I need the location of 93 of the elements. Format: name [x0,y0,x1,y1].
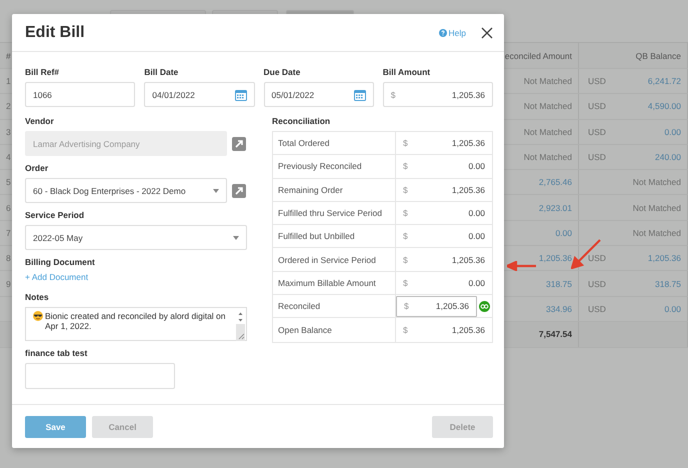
close-icon[interactable] [481,26,493,38]
row-number: 6 [6,202,11,213]
table-cell: USD [588,253,606,264]
table-cell[interactable]: 4,590.00 [648,101,681,112]
amount-cell-text: $ 1,205.36 [402,137,486,150]
field-label: Vendor [25,116,55,126]
column-header: # [5,50,12,62]
table-cell[interactable]: 0.00 [664,126,681,137]
sync-status-icon [479,300,490,312]
calendar-icon[interactable] [234,88,246,100]
notes-field[interactable]: Bionic created and reconciled by alord digital on Apr 1, 2022. [25,307,247,341]
field-label: Bill Amount [382,67,432,77]
service-period-select[interactable]: 2022-05 May [25,225,247,250]
table-cell: USD [588,126,606,137]
field-label: Bill Date [144,67,180,77]
table-cell: USD [588,304,606,314]
table-cell: Fulfilled thru Service Period [273,202,396,224]
row-number: 7 [6,228,11,238]
table-cell: Total Ordered [273,132,396,154]
amount-cell-text: $ 0.00 [402,276,486,290]
amount-cell-text: $ 1,205.36 [402,184,486,197]
input-field[interactable]: 1066 [25,82,136,107]
table-cell: Remaining Order [273,178,396,201]
input-field[interactable]: 05/01/2022 [264,82,374,107]
input-field[interactable]: 04/01/2022 [144,82,254,107]
table-cell: Previously Reconciled [273,155,396,178]
sunglasses-face-icon [33,311,43,321]
table-cell: Not Matched [632,177,681,188]
delete-button[interactable]: Delete [432,416,493,438]
table-cell[interactable]: 1,205.36 [538,253,572,264]
question-icon [438,28,447,36]
external-link-icon[interactable] [232,136,246,150]
order-select[interactable]: 60 - Black Dog Enterprises - 2022 Demo [25,178,227,203]
table-cell: Not Matched [632,228,681,238]
table-cell: Not Matched [524,152,572,162]
table-cell: Reconciled [273,295,396,318]
external-link-icon[interactable] [232,184,246,198]
table-cell[interactable]: 0.00 [664,304,681,314]
row-number: 3 [6,126,11,137]
caret-icon [233,236,239,240]
input-field[interactable]: $ 1,205.36 [382,82,493,107]
amount-cell-text: $ 1,205.36 [402,254,486,267]
table-cell[interactable]: 6,241.72 [648,76,681,86]
table-cell: Fulfilled but Unbilled [273,225,396,248]
dialog-title: Edit Bill [25,24,86,42]
table-cell[interactable]: 318.75 [546,278,572,289]
amount-cell-text: $ 0.00 [402,160,486,174]
row-number: 8 [6,253,11,264]
table-cell: Open Balance [273,318,396,342]
field-label: Service Period [25,210,86,220]
table-cell: Ordered in Service Period [273,248,396,271]
table-cell: USD [588,76,606,86]
amount-cell-text: $ 0.00 [402,207,486,220]
table-cell: Maximum Billable Amount [273,272,396,294]
table-cell: USD [588,278,606,289]
field-label: Due Date [264,67,302,77]
field-label: Billing Document [25,257,96,267]
annotation-arrow [507,261,537,271]
row-number: 9 [6,278,11,289]
table-cell: Not Matched [524,76,572,86]
table-cell[interactable]: 334.96 [546,304,572,314]
dialog-button[interactable]: Cancel [92,416,153,438]
table-cell[interactable]: 1,205.36 [648,253,681,264]
help-link[interactable]: Help [438,28,466,38]
table-cell[interactable]: 0.00 [555,228,572,238]
add-document-link[interactable]: + Add Document [25,272,247,282]
row-number: 4 [6,152,11,162]
table-cell[interactable]: 318.75 [655,278,681,289]
table-cell: Not Matched [632,202,681,213]
field-label: Order [25,163,50,173]
amount-cell-text: $ 0.00 [402,230,486,244]
table-cell: Not Matched [524,126,572,137]
field-label: Bill Ref# [25,67,60,77]
field-label: finance tab test [25,348,88,358]
dialog-button[interactable]: Save [25,416,86,438]
row-number: 1 [6,76,11,86]
field-label: Notes [25,292,50,302]
calendar-icon[interactable] [354,88,366,100]
column-header: QB Balance [579,43,688,68]
table-cell: USD [588,101,606,112]
caret-icon [213,188,219,192]
notes-text: Bionic created and reconciled by alord digital on Apr 1, 2022. [45,311,227,331]
table-cell: Not Matched [524,101,572,112]
table-cell[interactable]: 240.00 [655,152,681,162]
table-cell[interactable]: 2,923.01 [538,202,572,213]
table-cell: USD [588,152,606,162]
input-field[interactable] [25,363,175,389]
amount-field[interactable]: $ 1,205.36 [396,296,477,317]
row-number: 2 [6,101,11,112]
amount-cell-text: $ 1,205.36 [402,324,486,338]
table-cell[interactable]: 2,765.46 [538,177,572,188]
section-title: Reconciliation [272,116,332,126]
row-number: 5 [6,177,11,188]
